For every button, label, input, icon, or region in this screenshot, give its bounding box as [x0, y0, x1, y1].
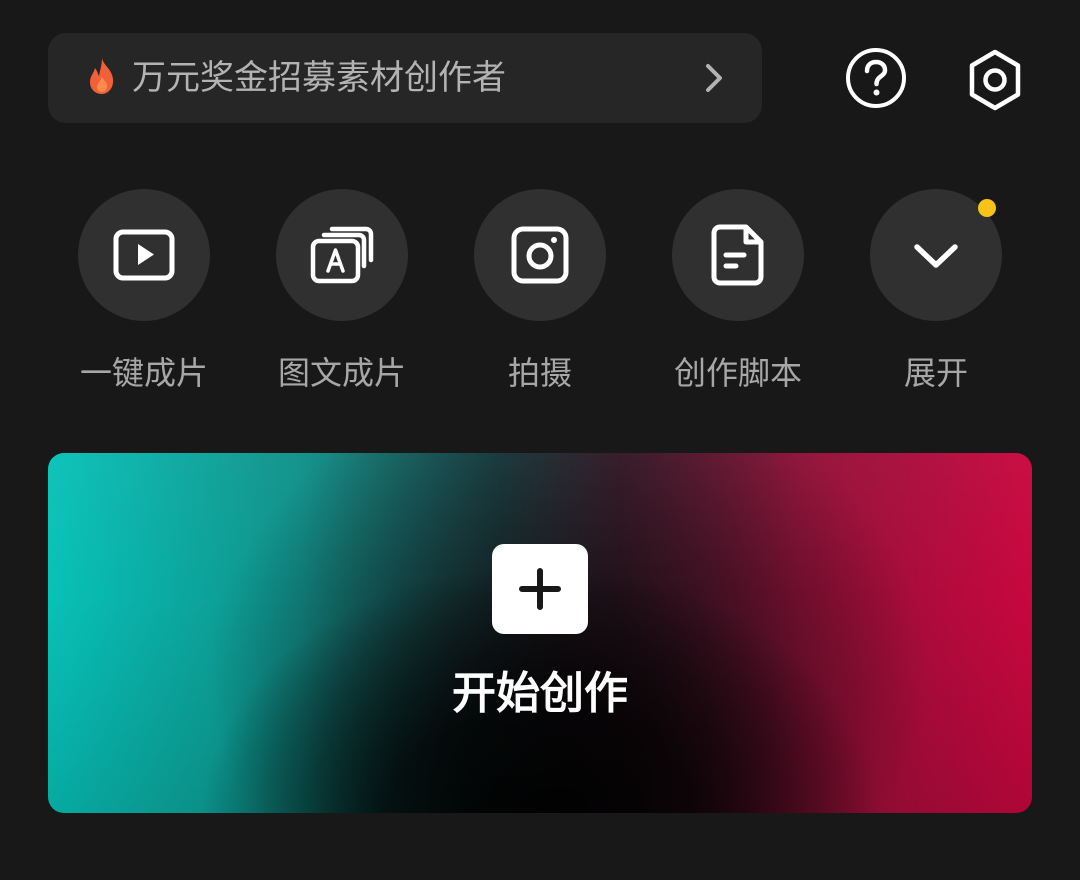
settings-button[interactable]: [964, 47, 1026, 113]
plus-button[interactable]: [492, 544, 588, 634]
settings-icon: [969, 49, 1021, 111]
tool-script[interactable]: 创作脚本: [639, 189, 837, 399]
help-button[interactable]: [845, 47, 907, 109]
play-video-icon: [113, 229, 175, 281]
fire-icon: [90, 58, 114, 94]
tool-label: 拍摄: [507, 354, 572, 392]
tool-icon-circle[interactable]: [474, 189, 606, 321]
start-creating-label: 开始创作: [452, 668, 628, 719]
tool-expand[interactable]: 展开: [837, 189, 1035, 399]
start-creating-card[interactable]: 开始创作: [48, 453, 1032, 813]
tool-icon-circle[interactable]: [276, 189, 408, 321]
tool-text-to-video[interactable]: 图文成片: [243, 189, 441, 399]
tool-label: 一键成片: [79, 354, 208, 392]
chevron-right-icon: [706, 64, 722, 92]
tool-label: 展开: [903, 354, 968, 392]
tool-one-click-video[interactable]: 一键成片: [45, 189, 243, 399]
help-icon: [846, 48, 906, 108]
plus-icon: [519, 568, 561, 610]
notification-dot: [978, 199, 996, 217]
chevron-down-icon: [914, 244, 958, 268]
text-slides-icon: [310, 226, 374, 284]
camera-icon: [511, 226, 569, 284]
tool-icon-circle[interactable]: [78, 189, 210, 321]
tool-camera[interactable]: 拍摄: [441, 189, 639, 399]
banner-text: 万元奖金招募素材创作者: [132, 58, 506, 98]
script-icon: [711, 224, 764, 286]
tool-label: 图文成片: [277, 354, 406, 392]
tool-icon-circle[interactable]: [672, 189, 804, 321]
tool-label: 创作脚本: [673, 354, 802, 392]
